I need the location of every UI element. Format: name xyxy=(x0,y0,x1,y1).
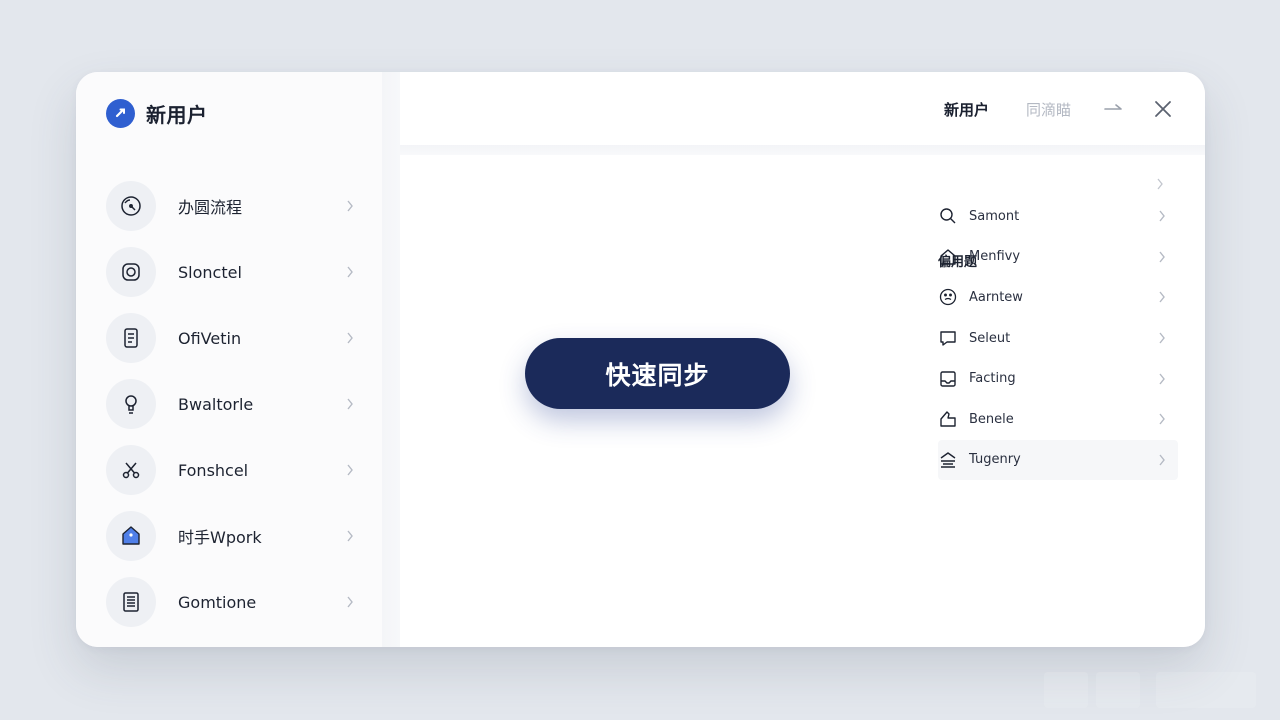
arrow-right-icon[interactable] xyxy=(1103,99,1125,119)
tab-new-user[interactable]: 新用户 xyxy=(944,99,989,120)
sidebar-item-label: Gomtione xyxy=(178,592,257,612)
brand: 新用户 xyxy=(106,98,208,128)
search-icon xyxy=(938,206,958,226)
right-panel-item-label: Samont xyxy=(969,208,1020,224)
app-title: 新用户 xyxy=(146,102,208,127)
chevron-right-icon xyxy=(347,464,353,476)
right-panel-item-4[interactable]: Seleut xyxy=(938,318,1178,359)
right-panel-item-5[interactable]: Facting xyxy=(938,358,1178,399)
scissors-icon xyxy=(106,445,156,495)
chevron-right-icon xyxy=(1159,413,1165,425)
right-panel-item-2[interactable]: Menfivy xyxy=(938,237,1178,278)
watermark-logo xyxy=(1044,672,1256,708)
chevron-right-icon xyxy=(1159,373,1165,385)
home-icon xyxy=(938,247,958,267)
sidebar-item-label: Bwaltorle xyxy=(178,394,254,414)
chevron-right-icon xyxy=(1159,210,1165,222)
chat-icon xyxy=(938,328,958,348)
sidebar-item-5[interactable]: Fonshcel xyxy=(106,437,366,503)
chevron-right-icon[interactable] xyxy=(1156,178,1164,190)
sidebar-item-1[interactable]: 办圆流程 xyxy=(106,173,366,239)
close-icon[interactable] xyxy=(1154,100,1172,118)
layers-icon xyxy=(938,450,958,470)
right-panel-list: Samont Menfivy Aarntew Seleut Facting Be… xyxy=(938,196,1178,481)
list-document-icon xyxy=(106,577,156,627)
right-panel-item-label: Benele xyxy=(969,411,1014,427)
sidebar-item-label: Slonctel xyxy=(178,262,242,282)
app-window: 新用户 办圆流程 Slonctel OfiVetin Bwaltorle Fon… xyxy=(76,72,1205,647)
quick-sync-button[interactable]: 快速同步 xyxy=(525,338,790,409)
right-panel-item-label: Seleut xyxy=(969,330,1011,346)
sidebar-item-label: 时手Wpork xyxy=(178,528,262,547)
thumbs-up-icon xyxy=(938,409,958,429)
chevron-right-icon xyxy=(347,266,353,278)
sidebar-item-3[interactable]: OfiVetin xyxy=(106,305,366,371)
inbox-icon xyxy=(938,369,958,389)
gauge-icon xyxy=(106,181,156,231)
emoji-icon xyxy=(938,287,958,307)
right-panel-item-7[interactable]: Tugenry xyxy=(938,439,1178,481)
right-panel-item-3[interactable]: Aarntew xyxy=(938,277,1178,318)
main-header xyxy=(400,72,1205,145)
chevron-right-icon xyxy=(1159,454,1165,466)
header-divider xyxy=(400,145,1205,155)
chevron-right-icon xyxy=(347,398,353,410)
lightbulb-icon xyxy=(106,379,156,429)
chevron-right-icon xyxy=(347,200,353,212)
tag-icon xyxy=(106,511,156,561)
document-icon xyxy=(106,313,156,363)
sidebar-item-2[interactable]: Slonctel xyxy=(106,239,366,305)
right-panel-item-label: Aarntew xyxy=(969,289,1023,305)
sidebar-nav: 办圆流程 Slonctel OfiVetin Bwaltorle Fonshce… xyxy=(106,173,366,635)
chevron-right-icon xyxy=(1159,251,1165,263)
chevron-right-icon xyxy=(347,530,353,542)
right-panel-item-label: Facting xyxy=(969,371,1016,387)
brand-logo-icon xyxy=(106,98,135,128)
sidebar: 新用户 办圆流程 Slonctel OfiVetin Bwaltorle Fon… xyxy=(76,72,382,647)
sidebar-item-label: OfiVetin xyxy=(178,328,242,348)
chevron-right-icon xyxy=(1159,332,1165,344)
chevron-right-icon xyxy=(347,596,353,608)
sidebar-item-7[interactable]: Gomtione xyxy=(106,569,366,635)
sidebar-divider xyxy=(382,72,400,647)
chevron-right-icon xyxy=(347,332,353,344)
right-panel-item-1[interactable]: Samont xyxy=(938,196,1178,237)
sidebar-item-label: Fonshcel xyxy=(178,460,249,480)
right-panel-item-label: Tugenry xyxy=(969,452,1021,468)
sidebar-item-4[interactable]: Bwaltorle xyxy=(106,371,366,437)
sidebar-item-label: 办圆流程 xyxy=(178,198,243,217)
right-panel-item-6[interactable]: Benele xyxy=(938,399,1178,440)
sidebar-item-6[interactable]: 时手Wpork xyxy=(106,503,366,569)
right-panel-item-label: Menfivy xyxy=(969,249,1021,265)
chevron-right-icon xyxy=(1159,292,1165,303)
tab-secondary[interactable]: 同滴瞄 xyxy=(1026,99,1071,120)
camera-icon xyxy=(106,247,156,297)
